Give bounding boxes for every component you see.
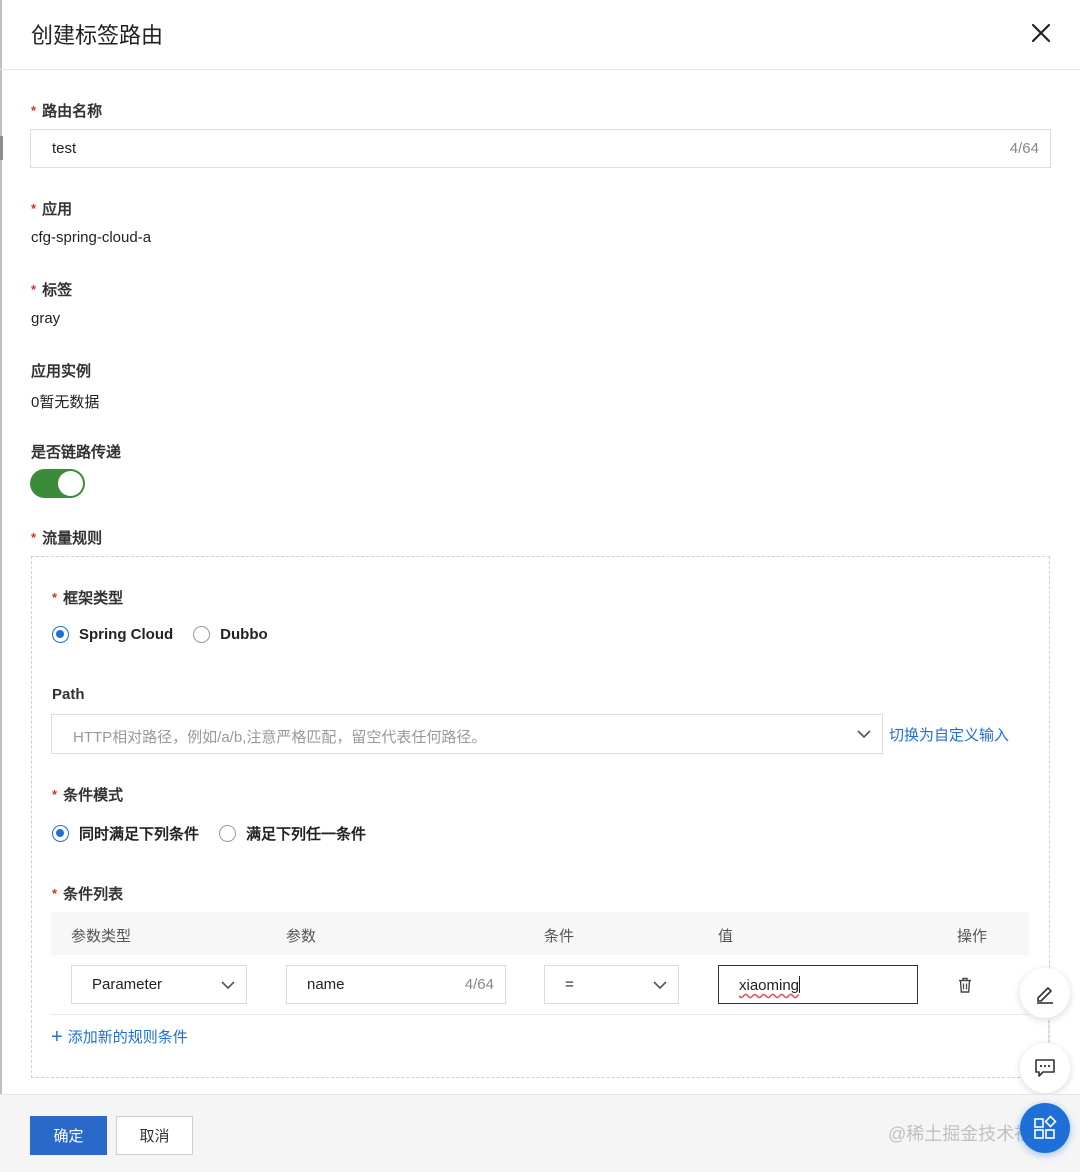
application-label: * 应用: [31, 201, 73, 218]
column-header-value: 值: [718, 928, 734, 945]
route-name-label: * 路由名称: [31, 103, 103, 120]
condition-table-header: 参数类型 参数 条件 值 操作: [51, 912, 1029, 955]
condition-list-label: * 条件列表: [52, 886, 124, 903]
route-name-value: test: [52, 140, 77, 157]
required-mark: *: [31, 103, 37, 118]
param-value: name: [307, 976, 345, 993]
param-type-value: Parameter: [92, 976, 163, 993]
chevron-down-icon: [857, 730, 871, 739]
radio-match-any[interactable]: [219, 825, 237, 842]
param-input[interactable]: name 4/64: [286, 965, 506, 1004]
required-mark: *: [52, 787, 58, 802]
radio-dubbo[interactable]: [193, 626, 211, 643]
add-rule-condition-link[interactable]: + 添加新的规则条件: [51, 1026, 188, 1047]
close-icon: [1031, 23, 1051, 43]
path-select[interactable]: HTTP相对路径，例如/a/b,注意严格匹配，留空代表任何路径。: [51, 714, 883, 754]
radio-spring-cloud[interactable]: [52, 626, 69, 643]
chain-pass-toggle[interactable]: [30, 469, 85, 498]
plus-icon: +: [51, 1025, 63, 1048]
left-edge-marker: [0, 136, 3, 160]
pencil-icon: [1037, 987, 1053, 1004]
application-value: cfg-spring-cloud-a: [31, 229, 152, 246]
delete-condition-button[interactable]: [956, 976, 974, 994]
required-mark: *: [31, 530, 37, 545]
column-header-condition: 条件: [544, 928, 575, 945]
tag-label: * 标签: [31, 282, 73, 299]
instances-value: 0暂无数据: [31, 394, 100, 411]
edit-float-button[interactable]: [1020, 968, 1070, 1018]
text-caret: [799, 976, 801, 993]
route-name-counter: 4/64: [1009, 140, 1039, 157]
add-rule-condition-label: 添加新的规则条件: [67, 1029, 188, 1046]
toggle-knob: [58, 471, 83, 496]
radio-match-all-label[interactable]: 同时满足下列条件: [79, 823, 199, 844]
chat-icon: [1035, 1059, 1055, 1077]
apps-float-button[interactable]: [1020, 1103, 1070, 1153]
value-text: xiaoming: [739, 976, 801, 994]
radio-match-any-label[interactable]: 满足下列任一条件: [246, 823, 366, 844]
cancel-button[interactable]: 取消: [116, 1116, 193, 1155]
chain-pass-label: 是否链路传递: [31, 444, 122, 461]
chevron-down-icon: [653, 981, 667, 990]
dialog-title: 创建标签路由: [31, 23, 164, 48]
required-mark: *: [52, 590, 58, 605]
chevron-down-icon: [221, 981, 235, 990]
confirm-button[interactable]: 确定: [30, 1116, 107, 1155]
float-divider: [1048, 1020, 1049, 1042]
required-mark: *: [31, 201, 37, 216]
radio-dubbo-label[interactable]: Dubbo: [220, 626, 267, 643]
close-button[interactable]: [1026, 18, 1056, 48]
tag-value: gray: [31, 310, 61, 327]
feedback-float-button[interactable]: [1020, 1043, 1070, 1093]
framework-radio-group: Spring Cloud Dubbo: [52, 626, 268, 643]
path-label: Path: [52, 686, 85, 703]
route-name-input[interactable]: test 4/64: [30, 129, 1051, 168]
column-header-param-type: 参数类型: [71, 928, 132, 945]
trash-icon: [959, 977, 971, 993]
framework-label: * 框架类型: [52, 590, 124, 607]
apps-icon: [1034, 1115, 1057, 1139]
row-divider: [51, 1014, 1029, 1015]
value-input[interactable]: xiaoming: [718, 965, 918, 1004]
condition-mode-radio-group: 同时满足下列条件 满足下列任一条件: [52, 823, 366, 844]
column-header-param: 参数: [286, 928, 317, 945]
switch-custom-input-link[interactable]: 切换为自定义输入: [889, 724, 1009, 745]
instances-label: 应用实例: [31, 363, 92, 380]
radio-match-all[interactable]: [52, 825, 69, 842]
column-header-action: 操作: [957, 928, 988, 945]
param-type-select[interactable]: Parameter: [71, 965, 247, 1004]
path-placeholder: HTTP相对路径，例如/a/b,注意严格匹配，留空代表任何路径。: [73, 729, 487, 746]
left-edge-border: [0, 0, 2, 1172]
param-counter: 4/64: [464, 976, 494, 993]
operator-value: =: [565, 976, 574, 993]
condition-mode-label: * 条件模式: [52, 787, 124, 804]
operator-select[interactable]: =: [544, 965, 679, 1004]
dialog-header: 创建标签路由: [0, 0, 1080, 70]
radio-spring-cloud-label[interactable]: Spring Cloud: [79, 626, 173, 643]
traffic-rules-label: * 流量规则: [31, 530, 103, 547]
required-mark: *: [31, 282, 37, 297]
required-mark: *: [52, 886, 58, 901]
